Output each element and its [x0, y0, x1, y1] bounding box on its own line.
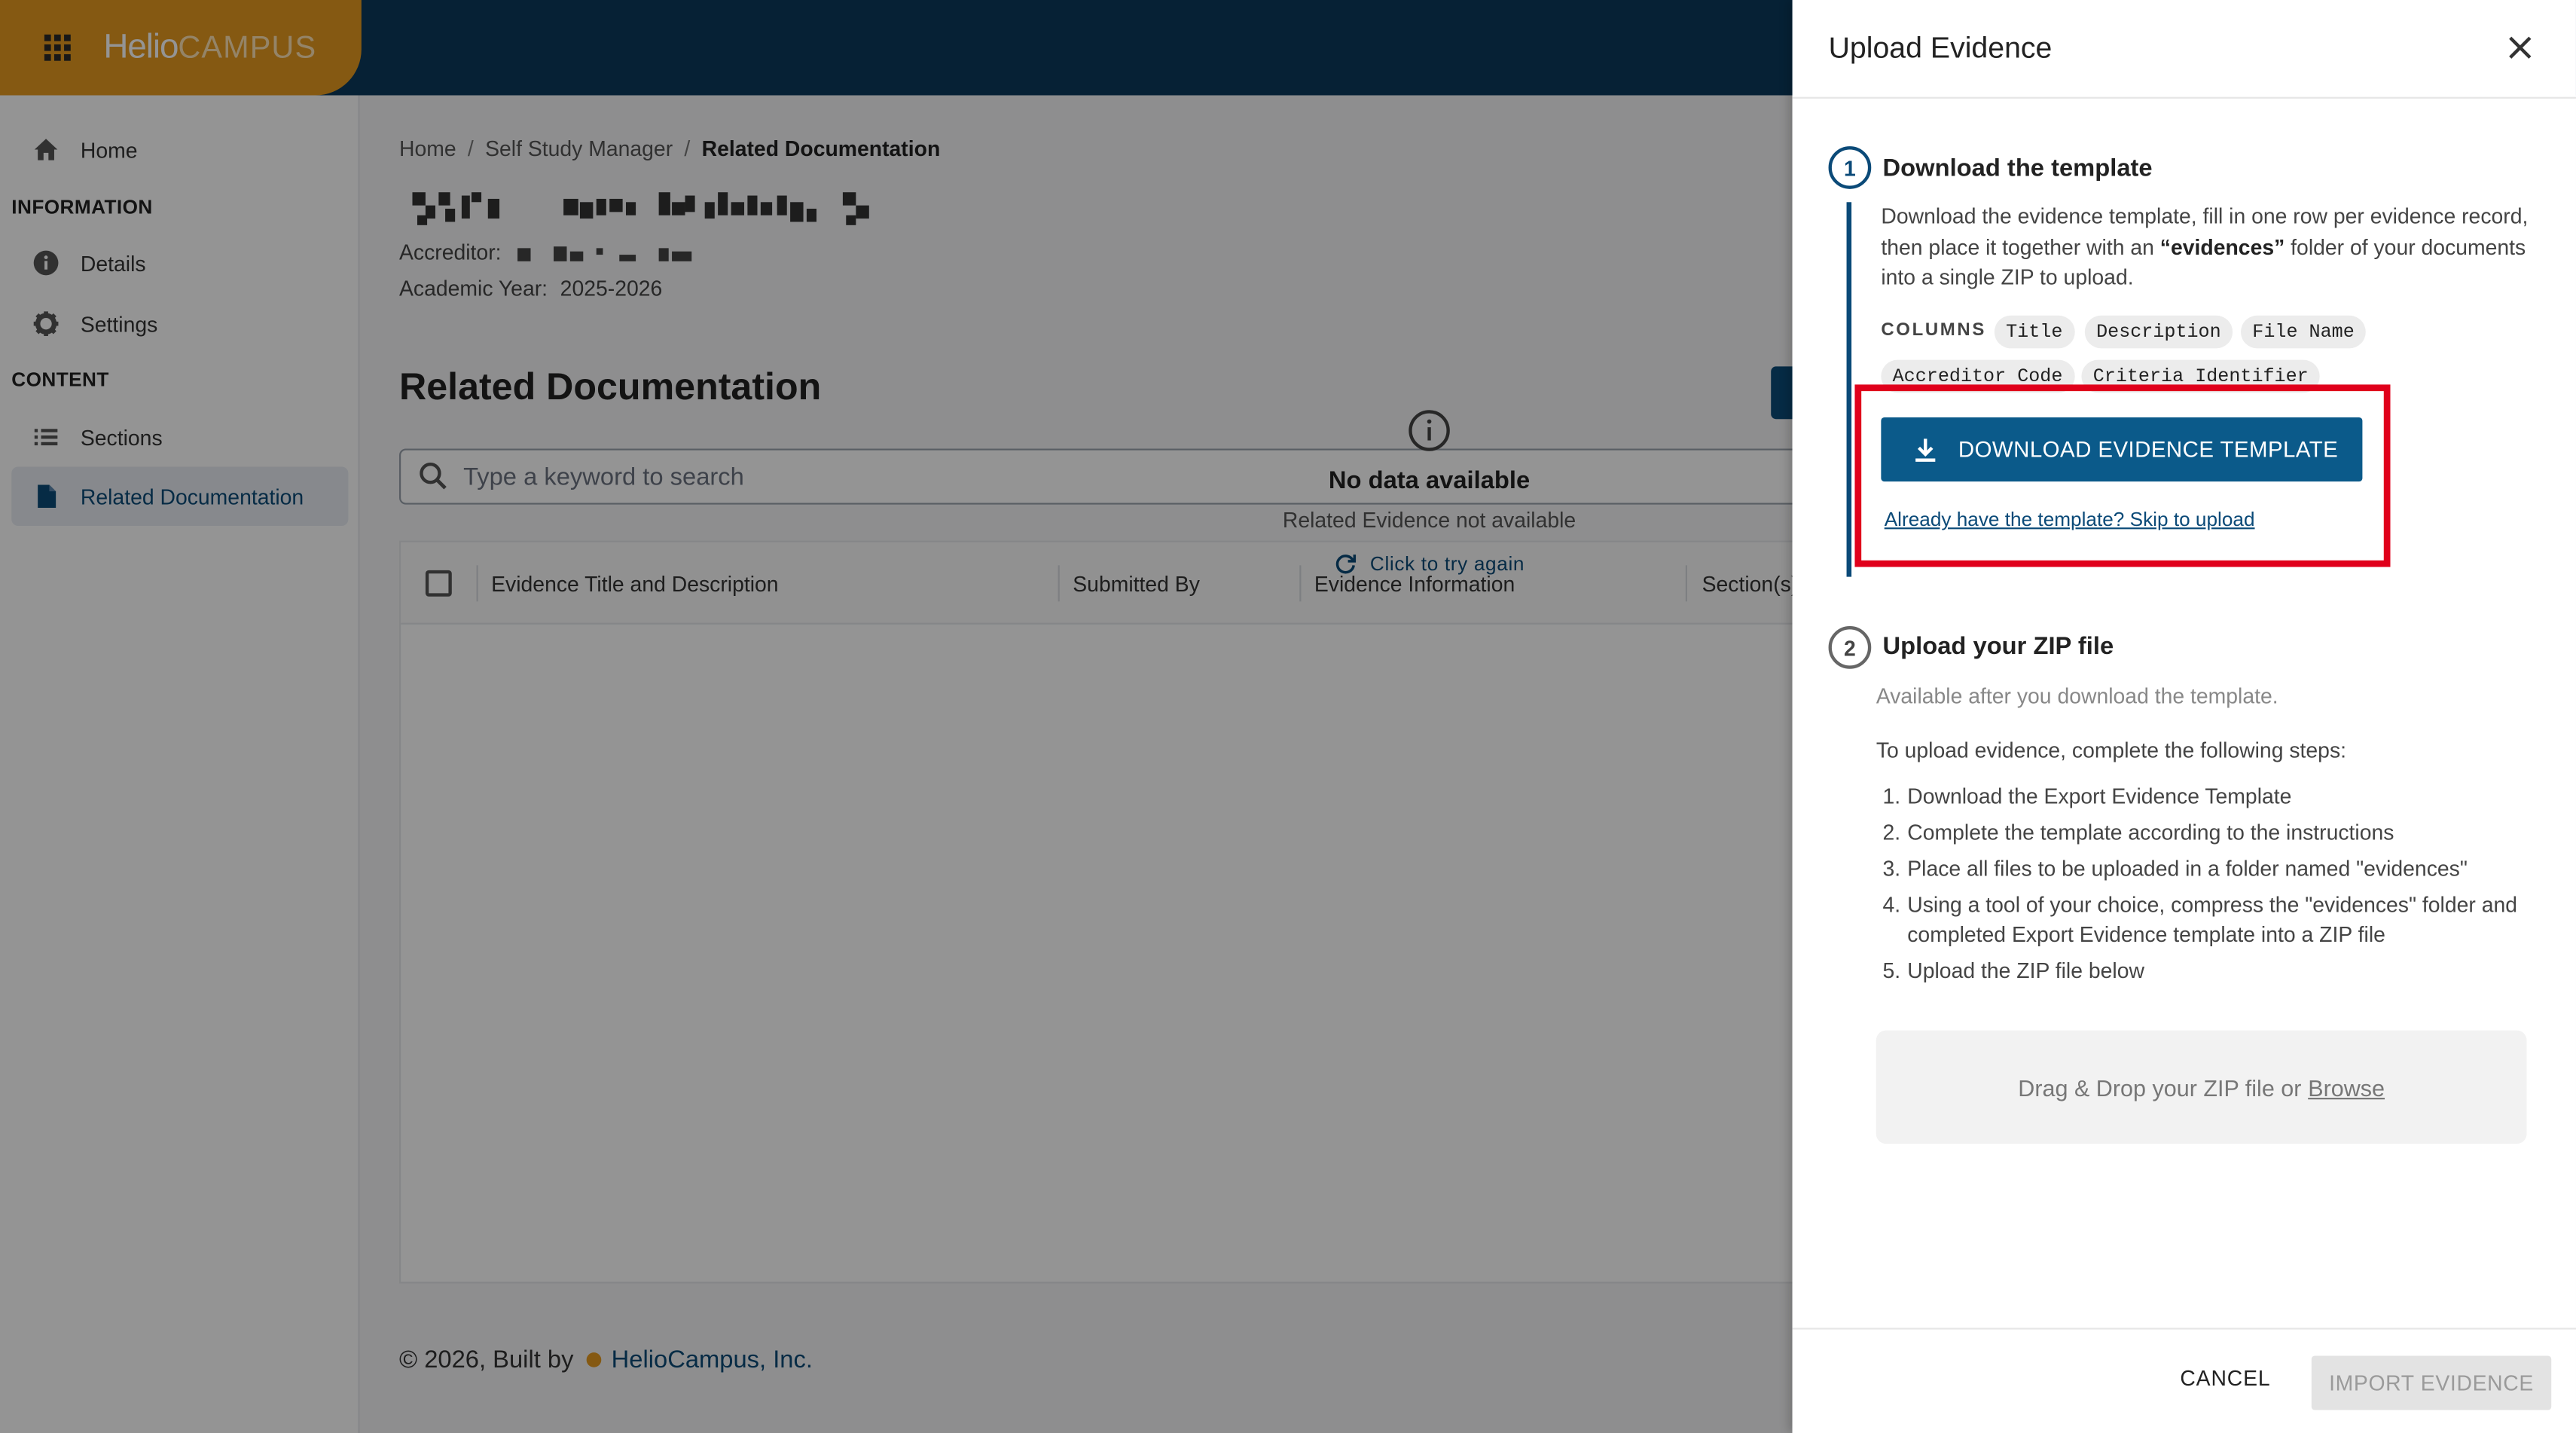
column-chip: Title — [1994, 315, 2074, 349]
instruction-item: 2. Complete the template according to the… — [1882, 820, 2394, 845]
step-2-number: 2 — [1828, 626, 1872, 669]
drawer-footer: CANCEL IMPORT EVIDENCE — [1792, 1328, 2576, 1433]
instruction-item: 5. Upload the ZIP file below — [1882, 958, 2144, 983]
skip-to-upload-link[interactable]: Already have the template? Skip to uploa… — [1885, 508, 2255, 531]
drawer-title: Upload Evidence — [1828, 31, 2053, 65]
column-chip: Description — [2084, 315, 2233, 349]
browse-link[interactable]: Browse — [2308, 1074, 2385, 1100]
instructions-intro: To upload evidence, complete the followi… — [1876, 738, 2347, 763]
step-1-description: Download the evidence template, fill in … — [1881, 202, 2538, 293]
zip-dropzone[interactable]: Drag & Drop your ZIP file or Browse — [1876, 1030, 2527, 1144]
instruction-item: 1. Download the Export Evidence Template — [1882, 784, 2292, 809]
step-1-rail — [1846, 202, 1852, 577]
step-2-availability: Available after you download the templat… — [1876, 683, 2278, 709]
close-icon[interactable] — [2504, 31, 2537, 64]
download-template-label: DOWNLOAD EVIDENCE TEMPLATE — [1958, 437, 2339, 462]
step-1-title: Download the template — [1882, 154, 2153, 183]
modal-backdrop[interactable] — [0, 0, 1793, 1433]
drawer-header: Upload Evidence — [1792, 0, 2576, 99]
download-icon — [1912, 436, 1939, 463]
step-2-title: Upload your ZIP file — [1882, 632, 2114, 661]
column-chip: File Name — [2241, 315, 2367, 349]
instruction-item: 3. Place all files to be uploaded in a fo… — [1882, 856, 2468, 881]
instructions-list: 1. Download the Export Evidence Template … — [1883, 779, 2540, 989]
dropzone-text: Drag & Drop your ZIP file or — [2018, 1074, 2302, 1101]
upload-evidence-drawer: Upload Evidence 1 Download the template … — [1792, 0, 2576, 1433]
cancel-button[interactable]: CANCEL — [2180, 1366, 2270, 1391]
download-template-button[interactable]: DOWNLOAD EVIDENCE TEMPLATE — [1881, 417, 2363, 482]
step-1-desc-bold: “evidences” — [2159, 234, 2285, 259]
instruction-item: 4. Using a tool of your choice, compress … — [1882, 892, 2518, 947]
import-evidence-button[interactable]: IMPORT EVIDENCE — [2311, 1355, 2552, 1410]
step-1-number: 1 — [1828, 146, 1872, 189]
columns-label: COLUMNS — [1881, 320, 1986, 341]
